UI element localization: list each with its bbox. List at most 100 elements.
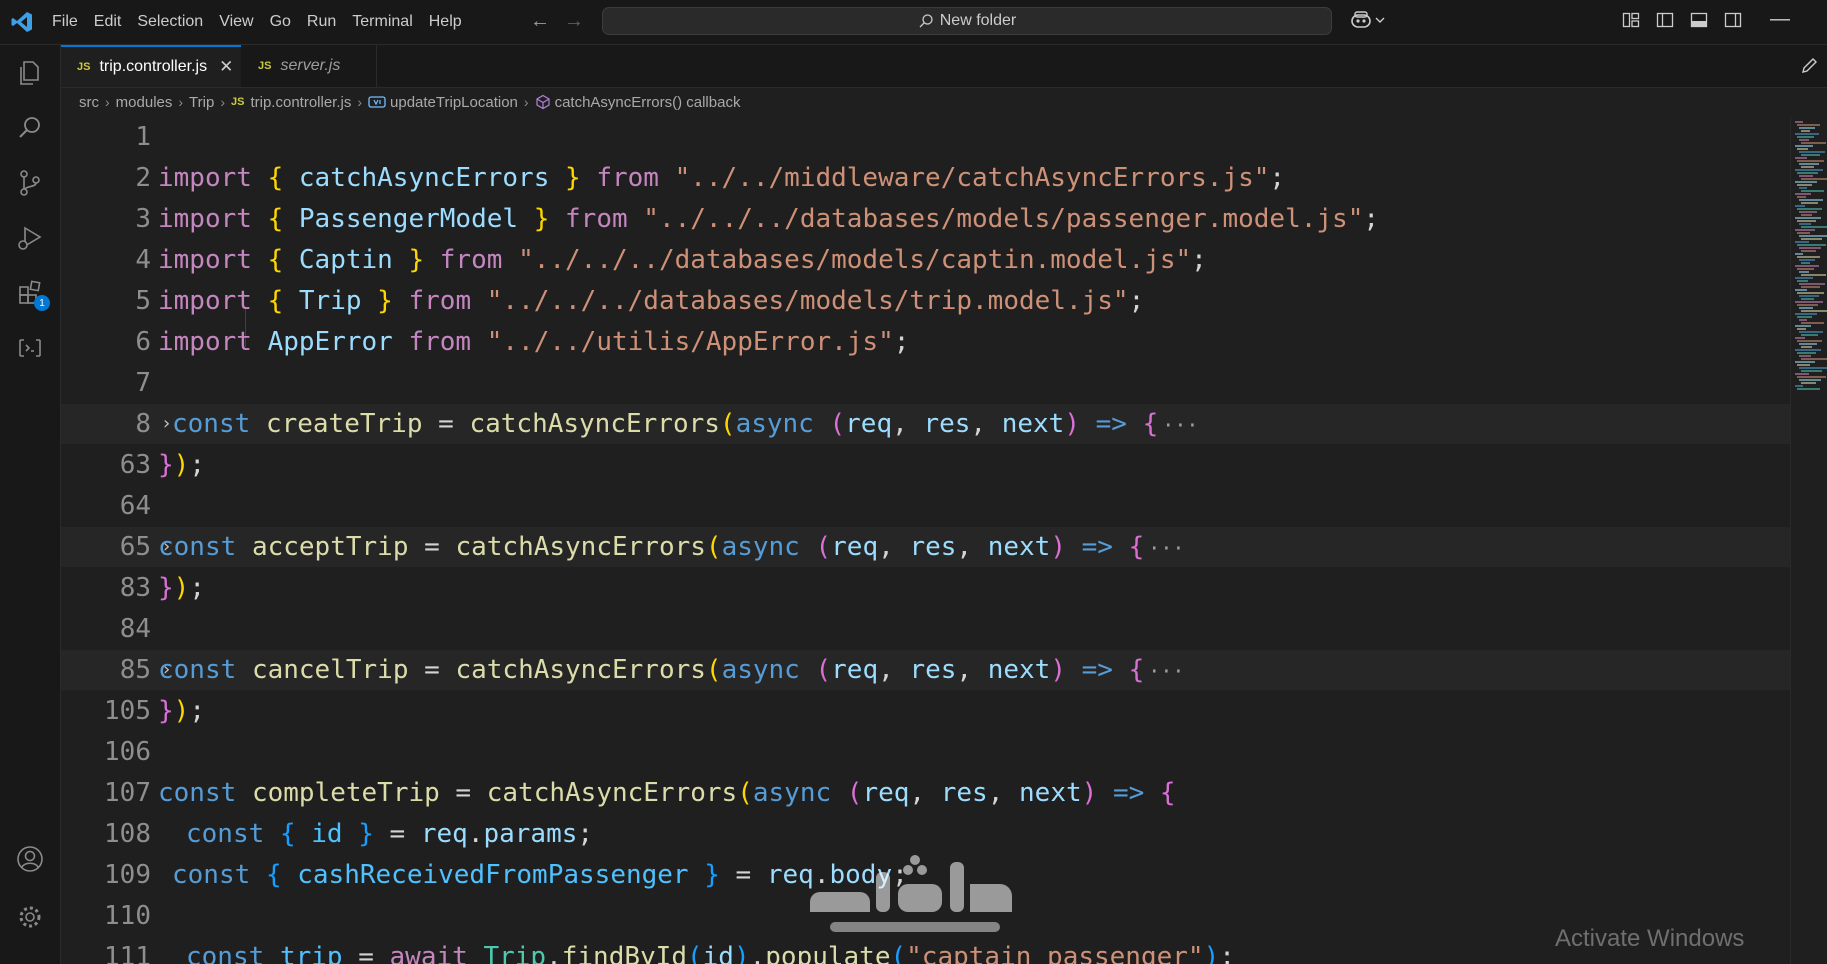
- code-token: {: [267, 286, 284, 316]
- line-number: 7: [135, 368, 151, 398]
- code-text: import { Captin } from "../../../databas…: [158, 240, 1207, 280]
- code-token: =>: [1112, 778, 1145, 808]
- customize-layout-icon[interactable]: [1622, 11, 1640, 29]
- code-line[interactable]: 65 › const acceptTrip = catchAsyncErrors(a…: [61, 527, 1791, 567]
- code-token: }: [358, 819, 374, 849]
- minimap-line: [1801, 238, 1822, 240]
- code-line[interactable]: 105});: [61, 691, 1791, 731]
- source-control-icon[interactable]: [14, 167, 46, 199]
- code-token: {: [1142, 409, 1159, 439]
- search-icon[interactable]: [14, 112, 46, 144]
- code-line[interactable]: 4 import { Captin } from "../../../databa…: [61, 240, 1791, 280]
- menu-view[interactable]: View: [211, 13, 261, 31]
- minimap-line: [1797, 328, 1806, 330]
- fold-chevron-icon[interactable]: ›: [161, 404, 172, 444]
- menu-selection[interactable]: Selection: [129, 13, 211, 31]
- breadcrumb-item[interactable]: modules: [116, 94, 173, 111]
- menu-terminal[interactable]: Terminal: [344, 13, 420, 31]
- breadcrumb-item[interactable]: updateTripLocation: [390, 94, 518, 111]
- code-token: next: [1001, 409, 1065, 439]
- line-number: 105: [104, 696, 151, 726]
- code-line[interactable]: 3 import { PassengerModel } from "../../.…: [61, 199, 1791, 239]
- tab-server[interactable]: JS server.js: [241, 45, 377, 87]
- minimize-button[interactable]: —: [1770, 8, 1790, 31]
- code-line[interactable]: 5 import { Trip } from "../../../database…: [61, 281, 1791, 321]
- close-icon[interactable]: ✕: [219, 57, 233, 77]
- command-center[interactable]: New folder: [602, 7, 1332, 35]
- code-token: }: [565, 163, 581, 193]
- minimap[interactable]: [1790, 117, 1827, 964]
- breadcrumb-item[interactable]: catchAsyncErrors() callback: [555, 94, 741, 111]
- forward-arrow-icon[interactable]: →: [564, 10, 584, 33]
- line-number: 108: [104, 819, 151, 849]
- minimap-line: [1799, 199, 1823, 201]
- code-text: const acceptTrip = catchAsyncErrors(asyn…: [158, 527, 1184, 568]
- code-token: catchAsyncErrors: [455, 532, 706, 562]
- menu-help[interactable]: Help: [421, 13, 470, 31]
- extensions-icon[interactable]: 1: [14, 277, 50, 311]
- minimap-line: [1795, 157, 1807, 159]
- copilot-button[interactable]: [1350, 10, 1385, 30]
- breadcrumb-item[interactable]: trip.controller.js: [250, 94, 351, 111]
- edit-pencil-icon[interactable]: [1799, 56, 1819, 76]
- minimap-line: [1797, 280, 1808, 282]
- minimap-line: [1801, 286, 1820, 288]
- line-number: 3: [135, 204, 151, 234]
- toggle-secondary-sidebar-icon[interactable]: [1724, 11, 1742, 29]
- code-token: res: [909, 532, 957, 562]
- code-line[interactable]: 2 import { catchAsyncErrors } from "../..…: [61, 158, 1791, 198]
- accounts-icon[interactable]: [14, 843, 46, 875]
- code-token: AppError: [267, 327, 393, 357]
- back-arrow-icon[interactable]: ←: [530, 10, 550, 33]
- minimap-line: [1801, 322, 1824, 324]
- breadcrumb-item[interactable]: Trip: [189, 94, 214, 111]
- code-line[interactable]: 7: [61, 363, 1791, 403]
- run-debug-icon[interactable]: [14, 222, 46, 254]
- code-token: ,: [956, 655, 988, 685]
- settings-icon[interactable]: [14, 901, 46, 933]
- remote-explorer-icon[interactable]: [14, 332, 46, 364]
- code-line[interactable]: 85 › const cancelTrip = catchAsyncErrors(a…: [61, 650, 1791, 690]
- line-number: 6: [135, 327, 151, 357]
- line-number: 5: [135, 286, 151, 316]
- collapsed-region-ellipsis[interactable]: ···: [1148, 536, 1184, 560]
- collapsed-region-ellipsis[interactable]: ···: [1162, 413, 1198, 437]
- code-line[interactable]: 106: [61, 732, 1791, 772]
- code-line[interactable]: 1: [61, 117, 1791, 157]
- layout-controls: [1622, 11, 1742, 29]
- menu-run[interactable]: Run: [299, 13, 344, 31]
- code-token: ): [173, 696, 190, 726]
- line-number: 64: [119, 491, 151, 521]
- toggle-primary-sidebar-icon[interactable]: [1656, 11, 1674, 29]
- toggle-panel-icon[interactable]: [1690, 11, 1708, 29]
- code-line[interactable]: 83});: [61, 568, 1791, 608]
- code-line[interactable]: 6 import AppError from "../../utilis/AppE…: [61, 322, 1791, 362]
- code-token: ,: [970, 409, 1002, 439]
- code-token: catchAsyncErrors: [298, 163, 550, 193]
- code-line[interactable]: 107 const completeTrip = catchAsyncErrors…: [61, 773, 1791, 813]
- collapsed-region-ellipsis[interactable]: ···: [1148, 659, 1184, 683]
- code-token: ;: [189, 696, 205, 726]
- menu-file[interactable]: File: [44, 13, 86, 31]
- code-token: {: [279, 819, 296, 849]
- code-line[interactable]: 8 › const createTrip = catchAsyncErrors(as…: [61, 404, 1791, 444]
- code-line[interactable]: 64: [61, 486, 1791, 526]
- code-line[interactable]: 63});: [61, 445, 1791, 485]
- explorer-icon[interactable]: [14, 57, 46, 89]
- breadcrumb-item[interactable]: src: [79, 94, 99, 111]
- tab-trip-controller[interactable]: JS trip.controller.js ✕: [61, 45, 241, 87]
- menu-go[interactable]: Go: [262, 13, 299, 31]
- minimap-line: [1799, 343, 1817, 345]
- code-token: ;: [1269, 163, 1286, 193]
- menu-edit[interactable]: Edit: [86, 13, 130, 31]
- code-line[interactable]: 84: [61, 609, 1791, 649]
- code-token: cancelTrip: [251, 655, 409, 685]
